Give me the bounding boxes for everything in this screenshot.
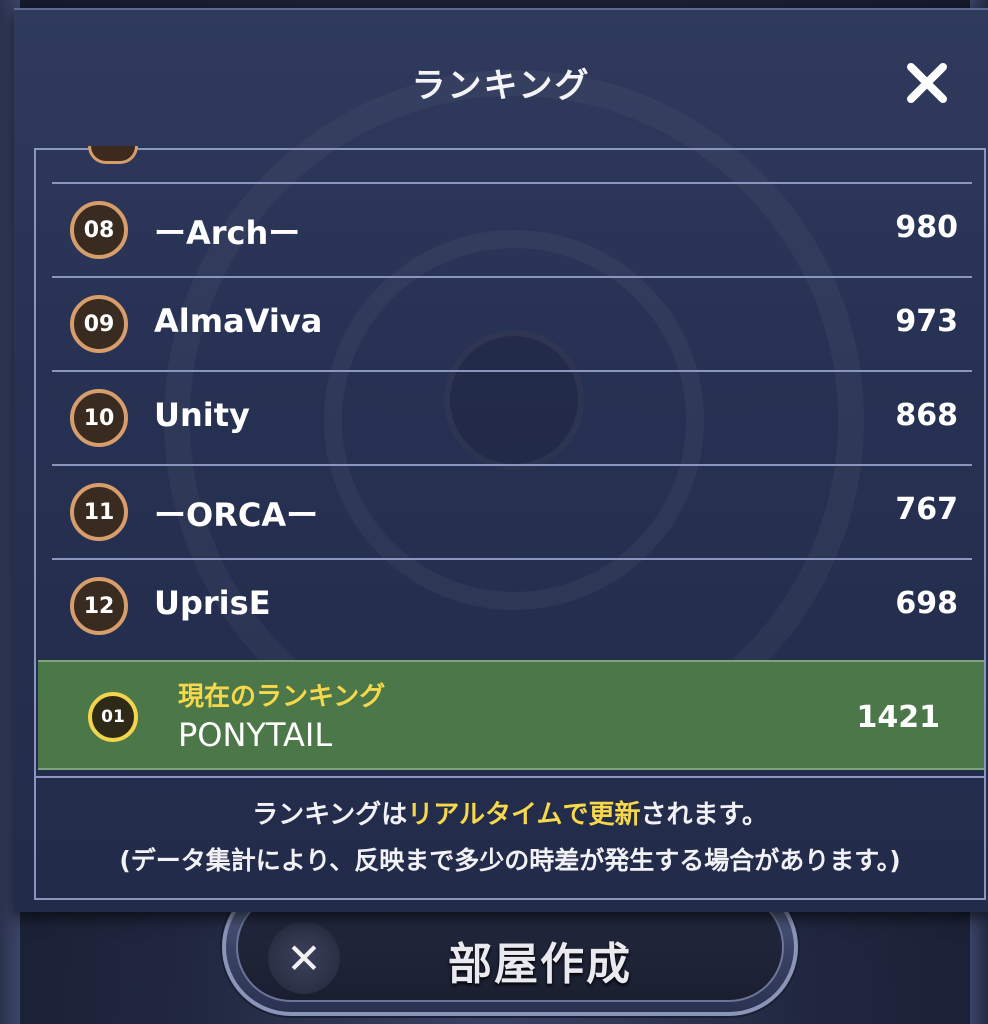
team-name: Unity xyxy=(154,396,250,434)
current-ranking-label: 現在のランキング xyxy=(178,682,386,712)
notice-text-b: されます。 xyxy=(640,800,768,830)
rank-badge: 08 xyxy=(70,201,128,259)
rank-badge: 10 xyxy=(70,389,128,447)
rank-badge: 12 xyxy=(70,577,128,635)
rank-badge: 09 xyxy=(70,295,128,353)
close-icon xyxy=(907,63,947,103)
team-name: AlmaViva xyxy=(154,302,323,340)
current-team-name: PONYTAIL xyxy=(178,716,333,754)
current-team-score: 1421 xyxy=(856,700,941,735)
current-rank-badge: 01 xyxy=(88,692,138,742)
team-score: 980 xyxy=(895,210,958,245)
update-notice: ランキングはリアルタイムで更新されます。 (データ集計により、反映まで多少の時差… xyxy=(36,776,984,877)
ranking-row[interactable]: 09 AlmaViva 973 xyxy=(52,276,972,370)
notice-line-1: ランキングはリアルタイムで更新されます。 xyxy=(36,794,984,831)
notice-text-a: ランキングは xyxy=(252,800,408,830)
dialog-title: ランキング xyxy=(411,66,591,106)
notice-highlight: リアルタイムで更新 xyxy=(407,800,641,830)
ranking-row[interactable]: 08 ーArchー 980 xyxy=(52,182,972,276)
rank-badge: 11 xyxy=(70,483,128,541)
team-score: 868 xyxy=(895,398,958,433)
team-score: 973 xyxy=(895,304,958,339)
create-room-label: 部屋作成 xyxy=(448,939,632,990)
ranking-row[interactable]: 12 UprisE 698 xyxy=(52,558,972,652)
team-name: ーArchー xyxy=(154,214,301,252)
ranking-row[interactable]: 11 ーORCAー 767 xyxy=(52,464,972,558)
ranking-row[interactable]: 10 Unity 868 xyxy=(52,370,972,464)
rank-badge-partial xyxy=(88,146,138,164)
team-name: UprisE xyxy=(154,584,271,622)
notice-line-2: (データ集計により、反映まで多少の時差が発生する場合があります。) xyxy=(119,846,901,875)
ranking-list[interactable]: 08 ーArchー 980 09 AlmaViva 973 10 Unity 8… xyxy=(34,146,986,900)
team-score: 767 xyxy=(895,492,958,527)
close-button[interactable] xyxy=(900,56,954,110)
ranking-dialog: ランキング 08 ーArchー 980 09 AlmaViva 973 10 U… xyxy=(14,8,988,912)
team-score: 698 xyxy=(895,586,958,621)
current-ranking-row: 01 現在のランキング PONYTAIL 1421 xyxy=(38,660,984,770)
team-name: ーORCAー xyxy=(154,496,319,534)
